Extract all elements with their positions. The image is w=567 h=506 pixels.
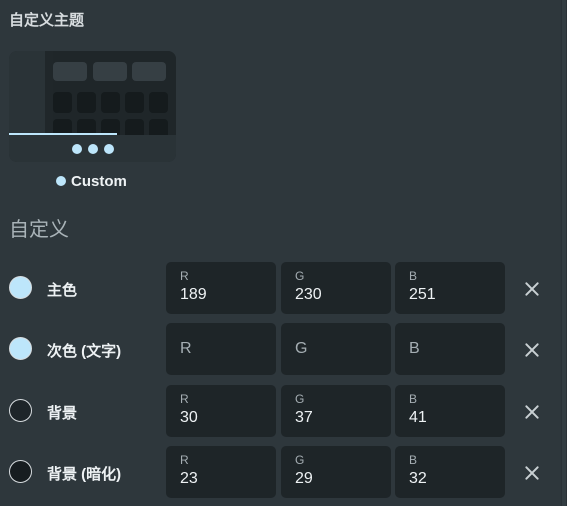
preview-tile — [132, 62, 166, 81]
color-row-label: 背景 — [47, 405, 78, 422]
red-input[interactable]: R — [166, 323, 276, 375]
green-input[interactable]: G — [281, 323, 391, 375]
blue-input[interactable]: B 41 — [395, 385, 505, 437]
red-input[interactable]: R 30 — [166, 385, 276, 437]
green-input[interactable]: G 29 — [281, 446, 391, 498]
close-icon[interactable] — [521, 278, 543, 300]
color-row-primary: 主色 R 189 G 230 B 251 — [0, 262, 567, 314]
preview-cell — [53, 92, 72, 113]
color-row-background: 背景 R 30 G 37 B 41 — [0, 385, 567, 437]
color-row-background-dark: 背景 (暗化) R 23 G 29 B 32 — [0, 446, 567, 498]
field-caption: G — [295, 453, 305, 467]
field-value: 32 — [409, 470, 427, 487]
color-swatch[interactable] — [9, 337, 32, 360]
section-title: 自定义主题 — [9, 12, 85, 29]
field-caption: B — [409, 269, 418, 283]
preview-sidebar-divider — [45, 51, 53, 135]
color-swatch[interactable] — [9, 460, 32, 483]
color-row-label: 背景 (暗化) — [47, 466, 122, 483]
close-icon[interactable] — [521, 462, 543, 484]
field-caption: G — [295, 392, 305, 406]
preview-accent-line — [9, 133, 117, 135]
field-value: 251 — [409, 286, 436, 303]
custom-section-title: 自定义 — [9, 219, 69, 241]
preview-cell — [149, 92, 168, 113]
field-value: 23 — [180, 470, 198, 487]
field-placeholder: B — [409, 340, 420, 357]
field-caption: B — [409, 453, 418, 467]
field-caption: R — [180, 392, 189, 406]
field-caption: R — [180, 453, 189, 467]
color-row-label: 次色 (文字) — [47, 343, 122, 360]
preview-dot — [72, 144, 82, 154]
field-caption: B — [409, 392, 418, 406]
theme-preview-card[interactable] — [9, 51, 176, 162]
color-swatch[interactable] — [9, 399, 32, 422]
blue-input[interactable]: B 32 — [395, 446, 505, 498]
theme-name-label[interactable]: Custom — [56, 172, 127, 190]
green-input[interactable]: G 230 — [281, 262, 391, 314]
color-row-secondary: 次色 (文字) R G B — [0, 323, 567, 375]
field-value: 189 — [180, 286, 207, 303]
preview-sidebar — [9, 51, 45, 135]
close-icon[interactable] — [521, 339, 543, 361]
field-caption: G — [295, 269, 305, 283]
field-value: 230 — [295, 286, 322, 303]
preview-cell — [101, 92, 120, 113]
selected-dot-icon — [56, 176, 66, 186]
blue-input[interactable]: B 251 — [395, 262, 505, 314]
color-row-label: 主色 — [47, 282, 78, 299]
preview-main — [53, 51, 176, 140]
field-placeholder: R — [180, 340, 192, 357]
preview-tile — [53, 62, 87, 81]
blue-input[interactable]: B — [395, 323, 505, 375]
preview-dot — [88, 144, 98, 154]
field-caption: R — [180, 269, 189, 283]
red-input[interactable]: R 23 — [166, 446, 276, 498]
preview-tile — [93, 62, 127, 81]
close-icon[interactable] — [521, 401, 543, 423]
preview-cell — [125, 92, 144, 113]
preview-dot — [104, 144, 114, 154]
preview-cell — [77, 92, 96, 113]
theme-name-text: Custom — [71, 172, 127, 190]
field-value: 29 — [295, 470, 313, 487]
field-value: 41 — [409, 409, 427, 426]
color-swatch[interactable] — [9, 276, 32, 299]
green-input[interactable]: G 37 — [281, 385, 391, 437]
field-value: 37 — [295, 409, 313, 426]
field-value: 30 — [180, 409, 198, 426]
field-placeholder: G — [295, 340, 308, 357]
red-input[interactable]: R 189 — [166, 262, 276, 314]
